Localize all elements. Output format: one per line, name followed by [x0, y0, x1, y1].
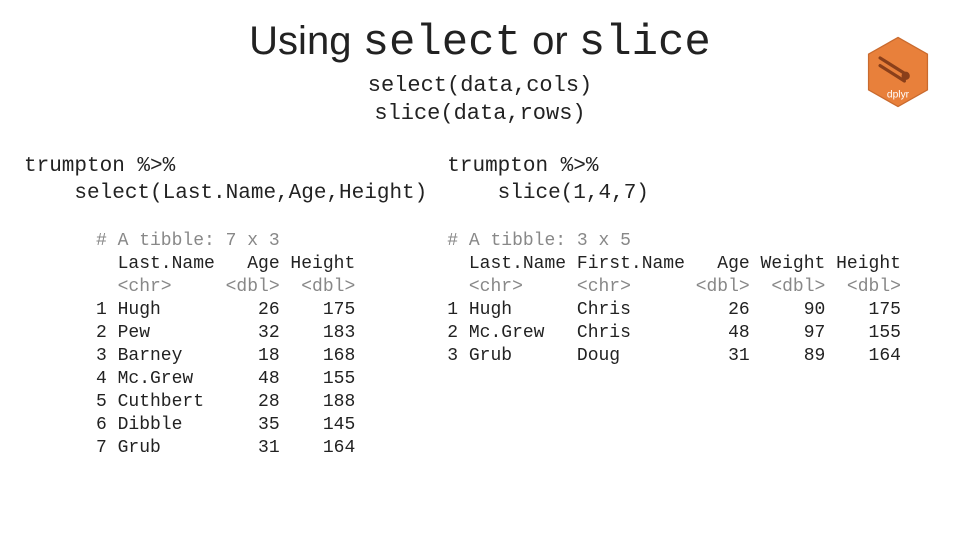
dplyr-logo: dplyr [866, 36, 930, 108]
code-line: trumpton %>% [24, 155, 175, 178]
tibble-col-types: <chr> <dbl> <dbl> [96, 277, 355, 297]
table-row: 2 Mc.Grew Chris 48 97 155 [447, 323, 901, 343]
right-code-block: trumpton %>% slice(1,4,7) [447, 153, 936, 208]
logo-label: dplyr [887, 90, 910, 101]
subtitle-line-2: slice(data,rows) [0, 100, 960, 128]
slide-title: Using select or slice [0, 18, 960, 68]
tibble-col-types: <chr> <chr> <dbl> <dbl> <dbl> [447, 277, 901, 297]
tibble-col-headers: Last.Name Age Height [96, 254, 355, 274]
table-row: 1 Hugh Chris 26 90 175 [447, 300, 901, 320]
table-row: 4 Mc.Grew 48 155 [96, 369, 355, 389]
content-columns: trumpton %>% select(Last.Name,Age,Height… [0, 153, 960, 460]
right-column: trumpton %>% slice(1,4,7) # A tibble: 3 … [447, 153, 936, 460]
code-line: select(Last.Name,Age,Height) [24, 182, 427, 205]
code-line: slice(1,4,7) [447, 182, 649, 205]
title-keyword-select: select [363, 18, 521, 68]
left-code-block: trumpton %>% select(Last.Name,Age,Height… [24, 153, 427, 208]
title-text-pre: Using [249, 19, 362, 63]
table-row: 2 Pew 32 183 [96, 323, 355, 343]
right-tibble-output: # A tibble: 3 x 5 Last.Name First.Name A… [447, 230, 936, 368]
table-row: 7 Grub 31 164 [96, 438, 355, 458]
code-line: trumpton %>% [447, 155, 598, 178]
left-column: trumpton %>% select(Last.Name,Age,Height… [24, 153, 427, 460]
tibble-col-headers: Last.Name First.Name Age Weight Height [447, 254, 901, 274]
table-row: 1 Hugh 26 175 [96, 300, 355, 320]
left-tibble-output: # A tibble: 7 x 3 Last.Name Age Height <… [96, 230, 427, 460]
subtitle-line-1: select(data,cols) [0, 72, 960, 100]
table-row: 3 Grub Doug 31 89 164 [447, 346, 901, 366]
table-row: 3 Barney 18 168 [96, 346, 355, 366]
table-row: 5 Cuthbert 28 188 [96, 392, 355, 412]
title-keyword-slice: slice [579, 18, 711, 68]
tibble-dim: # A tibble: 7 x 3 [96, 231, 280, 251]
table-row: 6 Dibble 35 145 [96, 415, 355, 435]
title-text-mid: or [521, 19, 579, 63]
tibble-dim: # A tibble: 3 x 5 [447, 231, 631, 251]
slide-subtitle: select(data,cols) slice(data,rows) [0, 72, 960, 127]
